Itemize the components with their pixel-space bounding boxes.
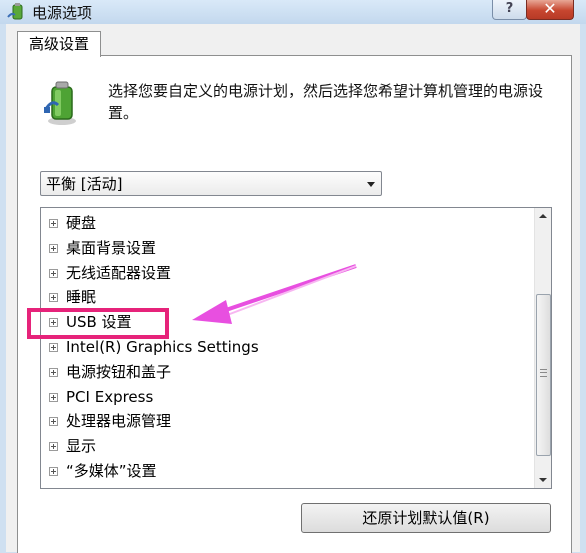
tab-advanced-settings[interactable]: 高级设置: [17, 31, 101, 57]
expand-icon[interactable]: [49, 342, 58, 352]
expand-icon[interactable]: [49, 466, 58, 476]
tree-item-label: 显示: [66, 437, 97, 456]
tree-item-label: 桌面背景设置: [66, 238, 157, 257]
scroll-down-arrow-icon[interactable]: [535, 471, 551, 488]
expand-icon[interactable]: [49, 367, 58, 377]
close-button[interactable]: ✕: [526, 0, 574, 20]
power-options-icon: [7, 3, 23, 20]
title-bar: 电源选项 ? ✕: [0, 0, 586, 24]
scroll-grip-icon: [540, 369, 547, 377]
expand-icon[interactable]: [49, 243, 58, 253]
expand-icon[interactable]: [49, 219, 58, 228]
usb-highlight-annotation: [27, 308, 169, 339]
tree-item-label: 处理器电源管理: [66, 412, 172, 431]
tree-item-label: 无线适配器设置: [66, 263, 172, 282]
window-title: 电源选项: [32, 4, 93, 22]
tree-scrollbar[interactable]: [534, 208, 551, 488]
expand-icon[interactable]: [49, 268, 58, 278]
pointer-arrow-annotation: [192, 264, 357, 324]
power-plan-select[interactable]: 平衡 [活动]: [40, 171, 382, 196]
restore-plan-defaults-button[interactable]: 还原计划默认值(R): [301, 503, 551, 533]
tree-item-label: “多媒体”设置: [66, 461, 157, 480]
settings-tree[interactable]: 硬盘 桌面背景设置 无线适配器设置 睡眠 USB 设置 Intel(R) Gra…: [40, 207, 552, 489]
scroll-up-arrow-icon[interactable]: [535, 208, 551, 225]
tree-item-label: 电源按钮和盖子: [66, 362, 172, 381]
help-button[interactable]: ?: [492, 0, 527, 20]
scroll-thumb[interactable]: [536, 294, 551, 456]
tree-item-label: 睡眠: [66, 288, 97, 307]
expand-icon[interactable]: [49, 417, 58, 427]
expand-icon[interactable]: [49, 293, 58, 303]
expand-icon[interactable]: [49, 442, 58, 452]
power-plan-value: 平衡 [活动]: [46, 175, 123, 193]
description-text: 选择您要自定义的电源计划，然后选择您希望计算机管理的电源设置。: [108, 82, 544, 122]
expand-icon[interactable]: [49, 392, 58, 402]
dropdown-arrow-icon[interactable]: [367, 182, 375, 187]
tree-item-label: 硬盘: [66, 214, 97, 232]
battery-icon: [44, 81, 76, 125]
tree-item-label: PCI Express: [66, 387, 154, 406]
